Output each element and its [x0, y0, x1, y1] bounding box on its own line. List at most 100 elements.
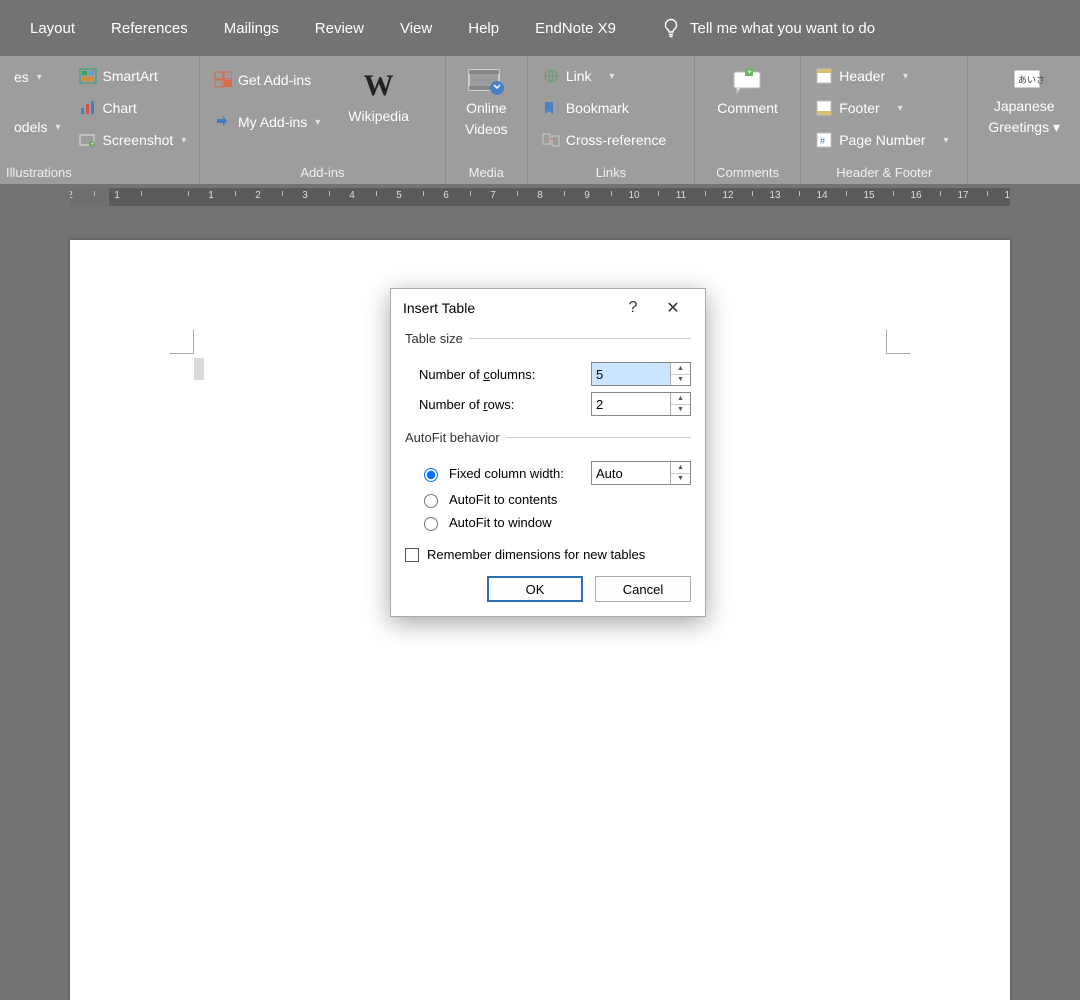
- chevron-down-icon: ▾: [943, 135, 948, 146]
- store-icon: [214, 71, 232, 89]
- menu-endnote[interactable]: EndNote X9: [535, 20, 616, 37]
- margin-mark-tl: [170, 330, 194, 354]
- menu-mailings[interactable]: Mailings: [224, 20, 279, 37]
- addins-icon: [214, 113, 232, 131]
- menu-references[interactable]: References: [111, 20, 188, 37]
- autofit-section: AutoFit behavior Fixed column width: ▲▼ …: [405, 430, 691, 537]
- media-group-label: Media: [446, 163, 527, 184]
- cancel-button[interactable]: Cancel: [595, 576, 691, 602]
- autofit-contents-label: AutoFit to contents: [449, 492, 557, 507]
- wikipedia-label: Wikipedia: [348, 108, 409, 125]
- ok-button[interactable]: OK: [487, 576, 583, 602]
- spinner-down-icon[interactable]: ▼: [671, 375, 690, 386]
- chevron-down-icon: ▾: [609, 71, 614, 82]
- ruler-container: 21123456789101112131415161718: [0, 184, 1080, 206]
- crossref-label: Cross-reference: [566, 132, 666, 148]
- num-rows-input[interactable]: [592, 393, 670, 415]
- tell-me-search[interactable]: Tell me what you want to do: [662, 18, 875, 38]
- shapes-button-partial[interactable]: es ▾: [10, 66, 65, 88]
- comment-icon: +: [728, 66, 768, 96]
- remember-checkbox[interactable]: [405, 548, 419, 562]
- autofit-window-radio[interactable]: [424, 517, 438, 531]
- crossref-button[interactable]: Cross-reference: [538, 128, 670, 152]
- online-videos-button[interactable]: Online Videos: [455, 62, 518, 142]
- lightbulb-icon: [662, 18, 680, 38]
- text-cursor: [194, 358, 204, 380]
- screenshot-label: Screenshot: [103, 132, 174, 148]
- fixed-width-spinner[interactable]: ▲▼: [591, 461, 691, 485]
- online-videos-label-1: Online: [466, 100, 506, 117]
- svg-text:#: #: [820, 136, 825, 146]
- chart-button[interactable]: Chart: [75, 96, 191, 120]
- svg-text:あいさつ: あいさつ: [1018, 75, 1044, 85]
- get-addins-button[interactable]: Get Add-ins: [210, 68, 324, 92]
- link-button[interactable]: Link ▾: [538, 64, 670, 88]
- svg-text:+: +: [747, 67, 752, 77]
- japanese-greetings-button[interactable]: あいさつ Japanese Greetings ▾: [978, 62, 1070, 140]
- tell-me-label: Tell me what you want to do: [690, 20, 875, 37]
- addins-group-label: Add-ins: [200, 163, 445, 184]
- spinner-down-icon[interactable]: ▼: [671, 474, 690, 485]
- header-icon: [815, 67, 833, 85]
- chevron-down-icon: ▾: [55, 122, 60, 133]
- pagenum-button[interactable]: # Page Number ▾: [811, 128, 952, 152]
- greetings-icon: あいさつ: [1004, 66, 1044, 94]
- num-rows-label: Number of rows:: [419, 397, 591, 412]
- footer-icon: [815, 99, 833, 117]
- autofit-legend: AutoFit behavior: [405, 430, 506, 445]
- ribbon-group-headerfooter: Header ▾ Footer ▾ # Page Number ▾ Header…: [801, 56, 968, 184]
- wikipedia-button[interactable]: W Wikipedia: [338, 64, 419, 129]
- models-button-partial[interactable]: odels▾: [10, 116, 65, 138]
- shapes-label: es: [14, 69, 29, 85]
- spinner-down-icon[interactable]: ▼: [671, 405, 690, 416]
- screenshot-button[interactable]: + Screenshot▾: [75, 128, 191, 152]
- headerfooter-group-label: Header & Footer: [801, 163, 967, 184]
- help-button[interactable]: ?: [613, 299, 653, 317]
- spinner-up-icon[interactable]: ▲: [671, 393, 690, 405]
- comments-group-label: Comments: [695, 163, 800, 184]
- comment-button[interactable]: + Comment: [707, 62, 788, 121]
- num-rows-spinner[interactable]: ▲▼: [591, 392, 691, 416]
- fixed-width-radio[interactable]: [424, 468, 438, 482]
- footer-button[interactable]: Footer ▾: [811, 96, 952, 120]
- spinner-up-icon[interactable]: ▲: [671, 462, 690, 474]
- ribbon-group-illustrations: es▾ odels▾ SmartArt Chart + Screenshot▾: [0, 56, 200, 184]
- header-button[interactable]: Header ▾: [811, 64, 952, 88]
- wikipedia-icon: W: [364, 68, 394, 104]
- autofit-contents-radio[interactable]: [424, 494, 438, 508]
- crossref-icon: [542, 131, 560, 149]
- smartart-button[interactable]: SmartArt: [75, 64, 191, 88]
- num-columns-spinner[interactable]: ▲▼: [591, 362, 691, 386]
- footer-label: Footer: [839, 100, 879, 116]
- chevron-down-icon: ▾: [37, 72, 42, 83]
- header-label: Header: [839, 68, 885, 84]
- num-columns-label: Number of columns:: [419, 367, 591, 382]
- chevron-down-icon: ▾: [1053, 119, 1060, 135]
- num-columns-input[interactable]: [592, 363, 670, 385]
- pagenum-icon: #: [815, 131, 833, 149]
- close-icon: ✕: [666, 300, 679, 317]
- menu-help[interactable]: Help: [468, 20, 499, 37]
- link-icon: [542, 67, 560, 85]
- bookmark-button[interactable]: Bookmark: [538, 96, 670, 120]
- horizontal-ruler[interactable]: 21123456789101112131415161718: [70, 188, 1010, 206]
- menu-view[interactable]: View: [400, 20, 432, 37]
- dialog-titlebar[interactable]: Insert Table ? ✕: [391, 289, 705, 327]
- autofit-window-label: AutoFit to window: [449, 515, 552, 530]
- menu-review[interactable]: Review: [315, 20, 364, 37]
- fixed-width-input[interactable]: [592, 462, 670, 484]
- svg-text:+: +: [91, 142, 95, 148]
- chart-label: Chart: [103, 100, 137, 116]
- smartart-icon: [79, 67, 97, 85]
- dialog-title: Insert Table: [403, 300, 475, 316]
- online-videos-label-2: Videos: [465, 121, 508, 138]
- my-addins-button[interactable]: My Add-ins▾: [210, 110, 324, 134]
- menu-layout[interactable]: Layout: [30, 20, 75, 37]
- ribbon-group-comments: + Comment Comments: [695, 56, 801, 184]
- close-button[interactable]: ✕: [653, 298, 693, 318]
- ribbon-group-media: Online Videos Media: [446, 56, 528, 184]
- spinner-up-icon[interactable]: ▲: [671, 363, 690, 375]
- insert-table-dialog: Insert Table ? ✕ Table size Number of co…: [390, 288, 706, 617]
- japanese-label-2: Greetings: [988, 119, 1049, 135]
- online-video-icon: [467, 66, 505, 96]
